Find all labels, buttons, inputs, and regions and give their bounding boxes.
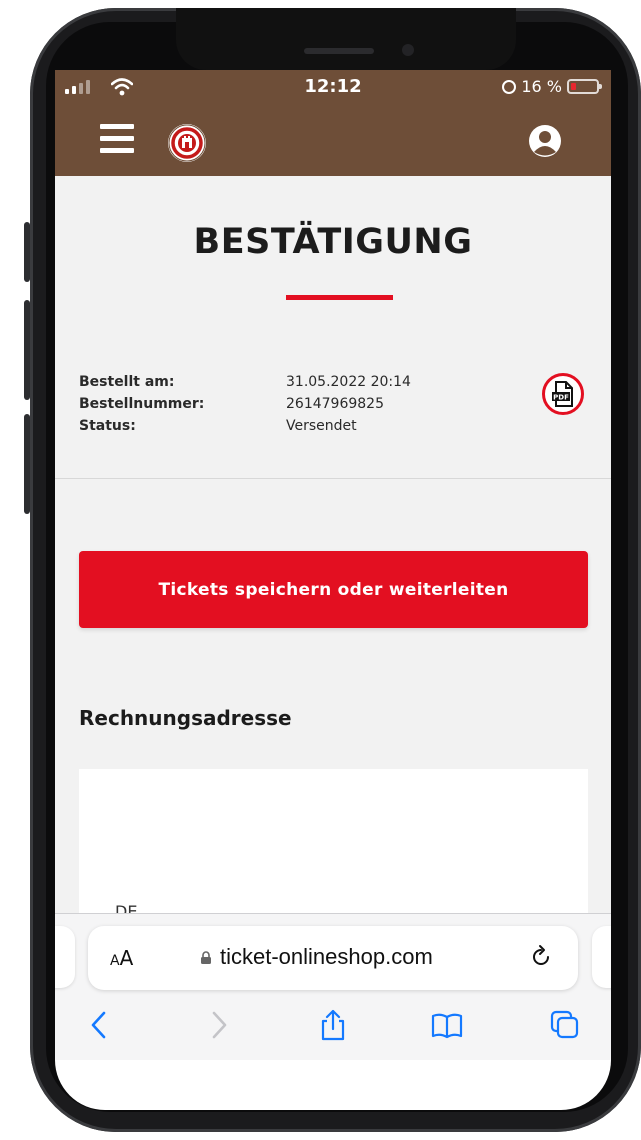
section-divider: [55, 478, 611, 479]
safari-toolbar: [55, 1002, 611, 1052]
phone-volume-down-button: [24, 414, 30, 514]
reload-icon[interactable]: [528, 944, 554, 970]
phone-notch: [176, 8, 516, 70]
back-icon[interactable]: [83, 1008, 117, 1042]
phone-screen: 12:12 16 % BESTÄTIGUNG Bestellt am: 31.0…: [55, 70, 611, 1060]
front-camera: [402, 44, 414, 56]
pdf-download-button[interactable]: PDF: [542, 373, 584, 415]
url-text: ticket-onlineshop.com: [220, 944, 433, 969]
order-date-value: 31.05.2022 20:14: [286, 374, 411, 390]
phone-side-button: [24, 222, 30, 282]
battery-indicator: 16 %: [502, 77, 602, 96]
next-tab-preview[interactable]: [592, 926, 611, 988]
status-bar: 12:12 16 %: [55, 70, 611, 104]
save-forward-tickets-button[interactable]: Tickets speichern oder weiterleiten: [79, 551, 588, 628]
title-underline: [286, 295, 393, 300]
rotation-lock-icon: [502, 79, 517, 94]
forward-icon[interactable]: [201, 1008, 235, 1042]
billing-address-heading: Rechnungsadresse: [79, 706, 292, 730]
phone-volume-up-button: [24, 300, 30, 400]
battery-icon: [567, 79, 602, 94]
tabs-icon[interactable]: [548, 1008, 582, 1042]
order-status-label: Status:: [79, 418, 136, 434]
address-bar[interactable]: AA ticket-onlineshop.com: [88, 926, 578, 990]
order-info: Bestellt am: 31.05.2022 20:14 Bestellnum…: [79, 374, 411, 440]
safari-browser-bar: AA ticket-onlineshop.com: [55, 913, 611, 1060]
club-crest-logo[interactable]: [168, 124, 206, 162]
order-date-row: Bestellt am: 31.05.2022 20:14: [79, 374, 411, 396]
url-display[interactable]: ticket-onlineshop.com: [200, 944, 433, 970]
bookmarks-icon[interactable]: [430, 1008, 464, 1042]
hamburger-menu-icon[interactable]: [100, 124, 134, 154]
battery-percentage: 16 %: [521, 77, 562, 96]
user-account-icon[interactable]: [528, 124, 562, 158]
phone-screen-bottom: [55, 1060, 611, 1110]
order-status-value: Versendet: [286, 418, 357, 434]
order-number-label: Bestellnummer:: [79, 396, 205, 412]
pdf-file-icon: PDF: [552, 381, 573, 407]
previous-tab-preview[interactable]: [55, 926, 75, 988]
reader-text-size-button[interactable]: AA: [110, 946, 133, 970]
share-icon[interactable]: [316, 1008, 350, 1042]
order-date-label: Bestellt am:: [79, 374, 175, 390]
pdf-icon-label: PDF: [553, 394, 569, 402]
order-status-row: Status: Versendet: [79, 418, 411, 440]
lock-icon: [201, 950, 211, 964]
order-number-value: 26147969825: [286, 396, 384, 412]
earpiece-speaker: [304, 48, 374, 54]
app-header: [55, 104, 611, 176]
order-number-row: Bestellnummer: 26147969825: [79, 396, 411, 418]
page-title: BESTÄTIGUNG: [193, 222, 473, 262]
